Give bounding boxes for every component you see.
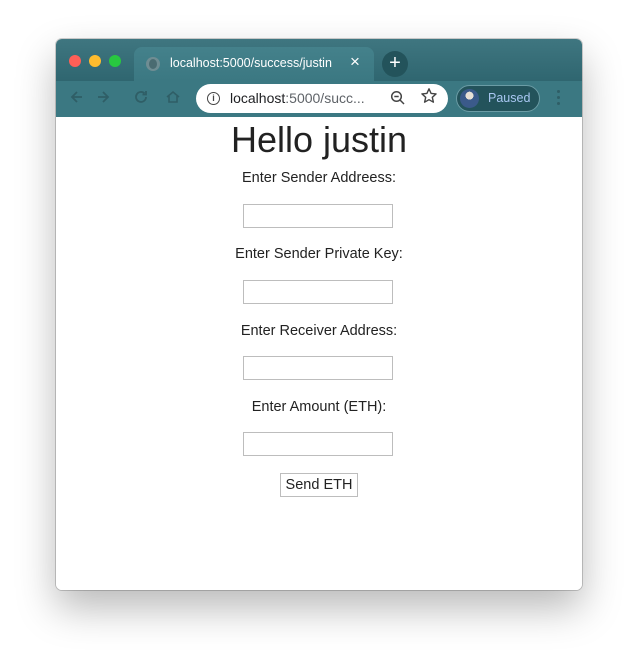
send-eth-button[interactable]: Send ETH [280,473,358,497]
zoom-icon[interactable] [390,90,406,106]
amount-label: Enter Amount (ETH): [251,399,387,415]
window-maximize-button[interactable] [109,55,121,67]
receiver-address-label: Enter Receiver Address: [240,323,398,339]
profile-button[interactable]: Paused [456,85,540,112]
reload-icon[interactable] [132,89,150,107]
page-title: Hello justin [230,119,408,160]
profile-status: Paused [488,91,531,105]
more-icon[interactable] [556,90,562,108]
forward-icon[interactable] [94,89,112,107]
close-icon[interactable]: × [350,53,360,71]
globe-icon [146,57,160,71]
url-path: :5000/succ... [285,90,365,106]
url-host: localhost [230,90,286,106]
page-content: Hello justin Enter Sender Addreess: Ente… [56,117,582,590]
home-icon[interactable] [164,89,182,107]
info-icon[interactable]: i [207,92,220,105]
browser-window: localhost:5000/success/justin × + i loca… [56,39,582,590]
browser-tab[interactable]: localhost:5000/success/justin × [134,47,374,81]
window-minimize-button[interactable] [89,55,101,67]
plus-icon[interactable]: + [382,51,408,77]
url-text[interactable]: localhost:5000/succ... [230,90,365,106]
window-close-button[interactable] [69,55,81,67]
star-icon[interactable] [420,87,438,109]
address-bar[interactable]: i localhost:5000/succ... [196,84,448,113]
avatar [460,89,479,108]
amount-input[interactable] [243,432,393,456]
sender-address-label: Enter Sender Addreess: [242,170,396,186]
back-icon[interactable] [68,89,86,107]
sender-private-key-input[interactable] [243,280,393,304]
toolbar: i localhost:5000/succ... Paused [56,81,582,117]
receiver-address-input[interactable] [243,356,393,380]
sender-address-input[interactable] [243,204,393,228]
tab-title: localhost:5000/success/justin [170,56,332,70]
title-bar: localhost:5000/success/justin × + [56,39,582,81]
sender-private-key-label: Enter Sender Private Key: [235,246,403,262]
